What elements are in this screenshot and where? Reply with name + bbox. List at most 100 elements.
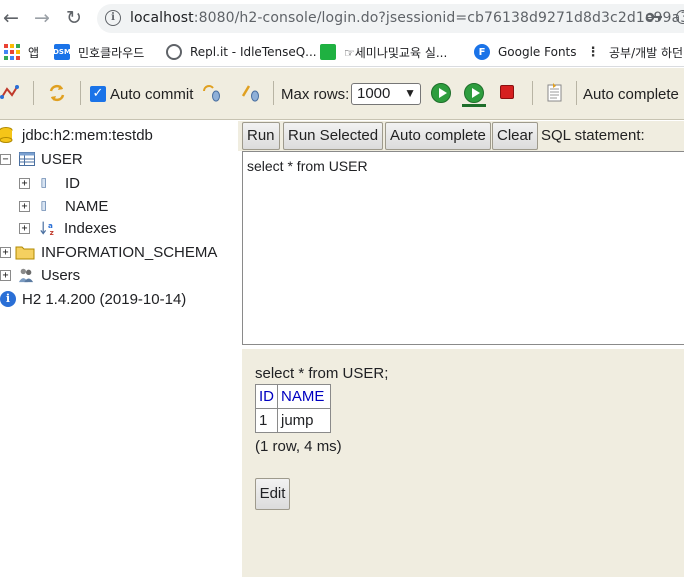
result-header-row: ID NAME <box>255 384 331 409</box>
key-icon[interactable] <box>646 11 662 23</box>
schema-tree: jdbc:h2:mem:testdb − USER + ID + NAME + … <box>0 121 238 577</box>
column-label: NAME <box>65 197 109 215</box>
max-rows-label: Max rows: <box>281 86 350 103</box>
version-label: H2 1.4.200 (2019-10-14) <box>22 290 187 308</box>
result-table: ID NAME 1 jump <box>255 384 331 433</box>
commit-icon[interactable] <box>240 83 260 103</box>
tree-table-user[interactable]: USER <box>19 149 83 169</box>
browser-address-bar: ← → ↻ i localhost:8080/h2-console/login.… <box>0 0 684 37</box>
url-bar[interactable]: i localhost:8080/h2-console/login.do?jse… <box>97 4 684 33</box>
google-fonts-icon: F <box>474 44 490 60</box>
clear-button[interactable]: Clear <box>492 122 538 150</box>
history-icon[interactable] <box>545 83 565 103</box>
cancel-statement-icon[interactable] <box>500 85 514 99</box>
tree-indexes[interactable]: a z Indexes <box>38 218 117 238</box>
apps-grid-icon <box>4 44 20 60</box>
column-icon <box>41 201 46 211</box>
sort-az-icon: a z <box>40 221 54 236</box>
result-cell: jump <box>277 408 331 433</box>
edit-button[interactable]: Edit <box>255 478 290 510</box>
bookmark-google-fonts[interactable]: F Google Fonts <box>474 43 577 61</box>
result-header-name[interactable]: NAME <box>277 384 331 409</box>
expand-toggle[interactable]: + <box>19 223 30 234</box>
svg-text:z: z <box>50 228 54 236</box>
bookmark-label: Google Fonts <box>498 45 577 59</box>
expand-toggle[interactable]: + <box>19 178 30 189</box>
folder-icon <box>15 246 35 260</box>
url-text[interactable]: localhost:8080/h2-console/login.do?jsess… <box>130 10 684 26</box>
result-header-id[interactable]: ID <box>255 384 278 409</box>
bookmark-apps[interactable]: 앱 <box>4 43 39 61</box>
database-icon <box>0 127 13 143</box>
expand-toggle[interactable]: + <box>0 270 11 281</box>
auto-complete-dropdown-label[interactable]: Auto complete <box>583 86 679 103</box>
run-selected-button[interactable]: Run Selected <box>283 122 384 150</box>
bookmarks-bar: 앱 DSM 민호클라우드 Repl.it - IdleTenseQ... ☞세미… <box>0 37 684 67</box>
tree-column-name[interactable]: NAME <box>40 196 108 216</box>
indexes-label: Indexes <box>64 219 117 237</box>
bookmark-label: 앱 <box>28 45 40 60</box>
run-icon[interactable] <box>431 83 451 103</box>
h2-toolbar: ✓ Auto commit Max rows: 1000 ▼ Auto comp… <box>0 68 684 120</box>
tree-information-schema[interactable]: INFORMATION_SCHEMA <box>15 242 217 262</box>
disconnect-icon[interactable] <box>0 83 20 103</box>
dots-icon: ⋮ <box>586 44 600 60</box>
dsm-icon: DSM <box>53 44 71 60</box>
bookmark-seminar[interactable]: ☞세미나및교육 실... <box>320 43 447 61</box>
url-host: localhost <box>130 10 194 26</box>
collapse-toggle[interactable]: − <box>0 154 11 165</box>
auto-commit-checkbox[interactable]: ✓ <box>90 86 106 102</box>
auto-complete-button[interactable]: Auto complete <box>385 122 491 150</box>
toolbar-separator <box>80 81 81 105</box>
table-row: 1 jump <box>255 408 331 433</box>
profile-icon[interactable] <box>676 10 684 24</box>
max-rows-value: 1000 <box>357 85 391 102</box>
toolbar-separator <box>273 81 274 105</box>
replit-icon <box>166 44 182 60</box>
column-label: ID <box>65 174 80 192</box>
schema-label: INFORMATION_SCHEMA <box>41 243 218 261</box>
forward-arrow-icon[interactable]: → <box>31 7 53 29</box>
tree-version: i H2 1.4.200 (2019-10-14) <box>0 289 186 309</box>
result-meta: (1 row, 4 ms) <box>255 438 342 455</box>
expand-toggle[interactable]: + <box>19 201 30 212</box>
chevron-down-icon: ▼ <box>404 86 416 100</box>
bookmark-label: ☞세미나및교육 실... <box>344 45 448 60</box>
bookmark-study[interactable]: ⋮ 공부/개발 하던 <box>585 43 684 61</box>
max-rows-select[interactable]: 1000 ▼ <box>351 83 421 105</box>
bookmark-replit[interactable]: Repl.it - IdleTenseQ... <box>166 43 317 61</box>
back-arrow-icon[interactable]: ← <box>0 7 22 29</box>
green-doc-icon <box>320 44 336 60</box>
toolbar-separator <box>576 81 577 105</box>
reload-icon[interactable]: ↻ <box>63 7 85 29</box>
auto-commit-label: Auto commit <box>110 86 194 103</box>
bookmark-label: Repl.it - IdleTenseQ... <box>190 45 317 59</box>
run-button[interactable]: Run <box>242 122 280 150</box>
refresh-icon[interactable] <box>47 83 67 103</box>
run-selected-icon[interactable] <box>464 83 484 103</box>
site-info-icon[interactable]: i <box>105 10 121 26</box>
bookmark-dsm[interactable]: DSM 민호클라우드 <box>53 43 145 61</box>
sql-editor[interactable]: select * from USER <box>242 151 684 345</box>
tree-users[interactable]: Users <box>17 265 80 285</box>
result-panel: select * from USER; ID NAME 1 jump (1 ro… <box>242 349 684 577</box>
sql-statement-label: SQL statement: <box>541 127 645 144</box>
result-statement: select * from USER; <box>255 365 389 382</box>
connection-label: jdbc:h2:mem:testdb <box>22 126 153 144</box>
sql-editor-text: select * from USER <box>247 158 368 174</box>
bookmark-label: 공부/개발 하던 <box>609 45 684 60</box>
table-icon <box>19 152 35 166</box>
column-icon <box>41 178 46 188</box>
url-path: :8080/h2-console/login.do?jsessionid=cb7… <box>193 10 684 26</box>
users-label: Users <box>41 266 81 284</box>
tree-column-id[interactable]: ID <box>40 173 80 193</box>
bookmark-label: 민호클라우드 <box>78 45 145 60</box>
result-cell: 1 <box>255 408 278 433</box>
toolbar-separator <box>532 81 533 105</box>
users-icon <box>18 268 34 283</box>
expand-toggle[interactable]: + <box>0 247 11 258</box>
info-icon: i <box>0 291 16 307</box>
table-label: USER <box>41 150 83 168</box>
rollback-icon[interactable] <box>201 83 221 103</box>
tree-connection[interactable]: jdbc:h2:mem:testdb <box>0 125 153 145</box>
